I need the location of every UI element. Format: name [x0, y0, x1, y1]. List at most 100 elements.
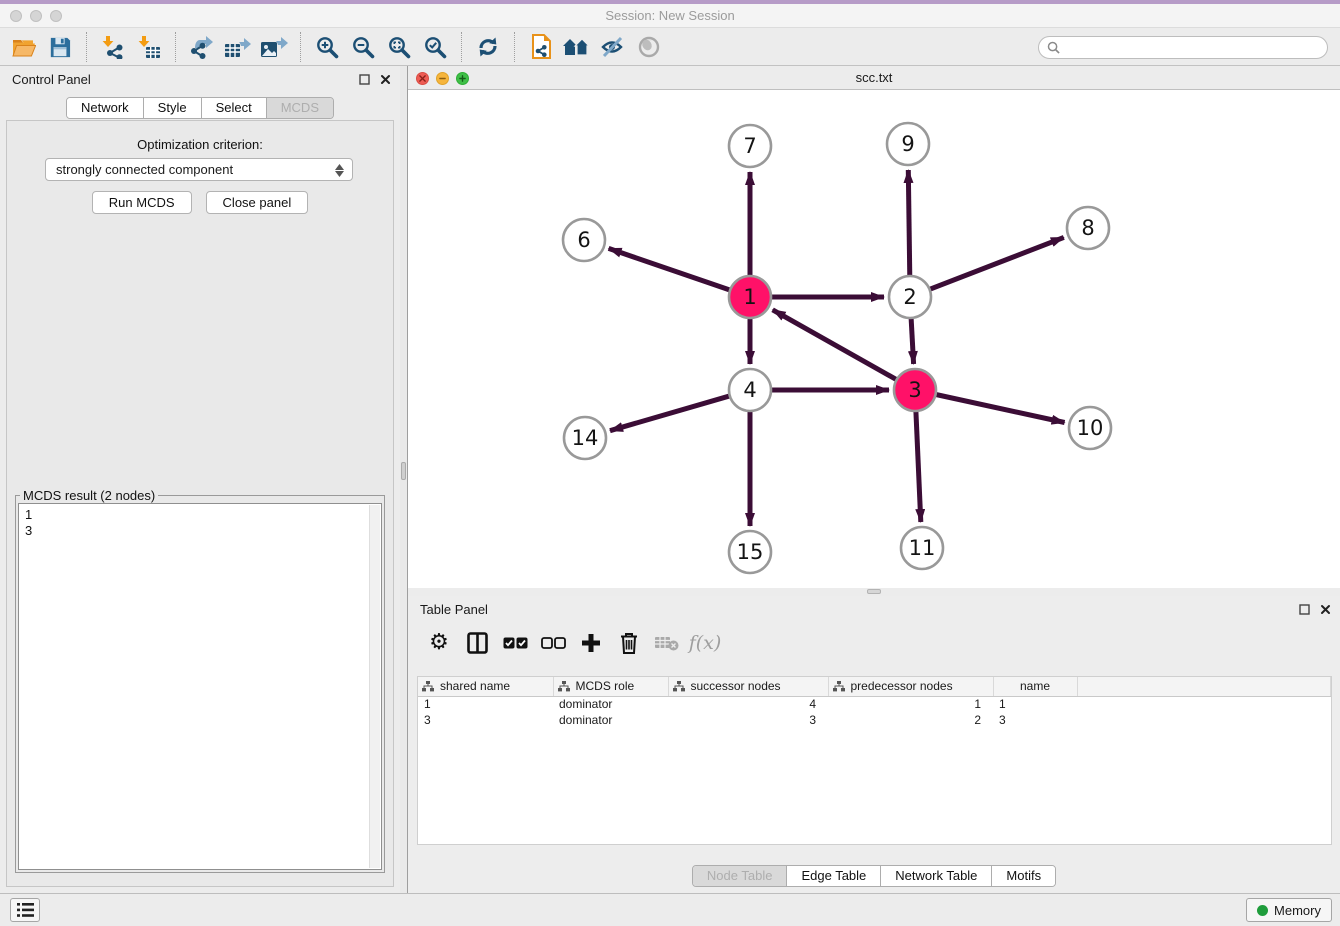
tab-edge-table[interactable]: Edge Table [787, 866, 881, 886]
graph-node-2[interactable]: 2 [889, 276, 931, 318]
network-window-title: scc.txt [408, 66, 1340, 90]
function-builder-icon[interactable]: f(x) [686, 626, 724, 660]
table-settings-gear-icon[interactable]: ⚙ [420, 626, 458, 660]
column-header-successor-nodes[interactable]: successor nodes [668, 677, 828, 696]
show-columns-icon[interactable] [458, 626, 496, 660]
vertical-splitter-handle[interactable] [401, 462, 406, 480]
search-input[interactable] [1060, 38, 1327, 57]
horizontal-splitter-handle[interactable] [867, 589, 881, 594]
mcds-result-list[interactable]: 13 [18, 503, 382, 870]
graph-edge-3-10[interactable] [934, 394, 1065, 423]
control-panel-tabs: NetworkStyleSelectMCDS [0, 97, 400, 119]
toolbar-separator [461, 32, 462, 62]
table-cell[interactable]: 3 [993, 712, 1077, 728]
delete-row-icon[interactable] [610, 626, 648, 660]
graph-node-9[interactable]: 9 [887, 123, 929, 165]
graph-node-14[interactable]: 14 [564, 417, 606, 459]
table-cell[interactable]: 2 [828, 712, 993, 728]
column-header-shared-name[interactable]: shared name [418, 677, 553, 696]
network-graph[interactable]: 7 9 6 8 1 2 4 3 14 10 15 11 [408, 90, 1338, 588]
float-panel-icon[interactable] [358, 73, 371, 86]
graph-node-7[interactable]: 7 [729, 125, 771, 167]
graph-node-11[interactable]: 11 [901, 527, 943, 569]
zoom-selected-icon[interactable] [417, 31, 453, 63]
table-cell[interactable]: dominator [553, 696, 668, 712]
tab-network[interactable]: Network [67, 98, 144, 118]
graph-node-10[interactable]: 10 [1069, 407, 1111, 449]
node-table[interactable]: shared nameMCDS rolesuccessor nodesprede… [417, 676, 1332, 845]
table-cell[interactable]: dominator [553, 712, 668, 728]
sort-column-icon[interactable] [673, 681, 685, 692]
column-header-predecessor-nodes[interactable]: predecessor nodes [828, 677, 993, 696]
table-cell[interactable]: 3 [418, 712, 553, 728]
deselect-all-checkboxes-icon[interactable] [534, 626, 572, 660]
network-canvas[interactable]: 7 9 6 8 1 2 4 3 14 10 15 11 [408, 90, 1340, 588]
run-mcds-button[interactable]: Run MCDS [92, 191, 192, 214]
select-all-checkboxes-icon[interactable] [496, 626, 534, 660]
table-cell[interactable]: 1 [993, 696, 1077, 712]
birds-eye-view-icon[interactable] [631, 31, 667, 63]
close-table-panel-icon[interactable] [1319, 603, 1332, 616]
search-field[interactable] [1038, 36, 1328, 59]
table-cell[interactable]: 1 [418, 696, 553, 712]
delete-column-icon[interactable] [648, 626, 686, 660]
table-row[interactable]: 1dominator411 [418, 696, 1331, 712]
graph-edge-2-3[interactable] [911, 316, 914, 364]
open-file-icon[interactable] [6, 31, 42, 63]
horizontal-splitter[interactable] [408, 588, 1340, 596]
float-table-panel-icon[interactable] [1298, 603, 1311, 616]
graph-node-15[interactable]: 15 [729, 531, 771, 573]
table-cell[interactable]: 3 [668, 712, 828, 728]
sort-column-icon[interactable] [833, 681, 845, 692]
vertical-splitter[interactable] [400, 66, 408, 893]
graph-edge-2-9[interactable] [908, 170, 910, 278]
tab-select[interactable]: Select [202, 98, 267, 118]
graph-node-6[interactable]: 6 [563, 219, 605, 261]
sort-column-icon[interactable] [558, 681, 570, 692]
criterion-dropdown[interactable]: strongly connected component [45, 158, 353, 181]
dropdown-stepper-icon [332, 161, 346, 179]
graph-node-1[interactable]: 1 [729, 276, 771, 318]
mcds-result-value: 3 [25, 523, 375, 539]
tab-style[interactable]: Style [144, 98, 202, 118]
close-panel-button[interactable]: Close panel [206, 191, 309, 214]
table-row[interactable]: 3dominator323 [418, 712, 1331, 728]
tab-mcds[interactable]: MCDS [267, 98, 333, 118]
zoom-in-icon[interactable] [309, 31, 345, 63]
result-scrollbar[interactable] [369, 505, 380, 868]
tab-motifs[interactable]: Motifs [992, 866, 1055, 886]
tab-node-table[interactable]: Node Table [693, 866, 788, 886]
refresh-view-icon[interactable] [470, 31, 506, 63]
export-table-icon[interactable] [220, 31, 256, 63]
zoom-out-icon[interactable] [345, 31, 381, 63]
graph-edge-3-11[interactable] [916, 409, 921, 522]
sort-column-icon[interactable] [422, 681, 434, 692]
export-image-icon[interactable] [256, 31, 292, 63]
network-home-icon[interactable] [559, 31, 595, 63]
duplicate-network-icon[interactable] [523, 31, 559, 63]
table-cell[interactable]: 1 [828, 696, 993, 712]
graph-node-4[interactable]: 4 [729, 369, 771, 411]
graph-node-8[interactable]: 8 [1067, 207, 1109, 249]
memory-button[interactable]: Memory [1246, 898, 1332, 922]
import-network-icon[interactable] [95, 31, 131, 63]
graph-node-3[interactable]: 3 [894, 369, 936, 411]
table-cell[interactable]: 4 [668, 696, 828, 712]
add-row-icon[interactable] [572, 626, 610, 660]
tab-network-table[interactable]: Network Table [881, 866, 992, 886]
zoom-fit-icon[interactable] [381, 31, 417, 63]
column-header-MCDS-role[interactable]: MCDS role [553, 677, 668, 696]
save-session-icon[interactable] [42, 31, 78, 63]
close-panel-icon[interactable] [379, 73, 392, 86]
graph-edge-3-1[interactable] [773, 310, 899, 381]
task-history-button[interactable] [10, 898, 40, 922]
column-header-name[interactable]: name [993, 677, 1077, 696]
export-network-icon[interactable] [184, 31, 220, 63]
graph-edge-2-8[interactable] [928, 237, 1064, 290]
import-table-icon[interactable] [131, 31, 167, 63]
mcds-result-value: 1 [25, 507, 375, 523]
graph-edge-4-14[interactable] [610, 395, 732, 430]
toggle-graphics-details-icon[interactable] [595, 31, 631, 63]
toolbar-separator [514, 32, 515, 62]
graph-edge-1-6[interactable] [609, 248, 732, 290]
